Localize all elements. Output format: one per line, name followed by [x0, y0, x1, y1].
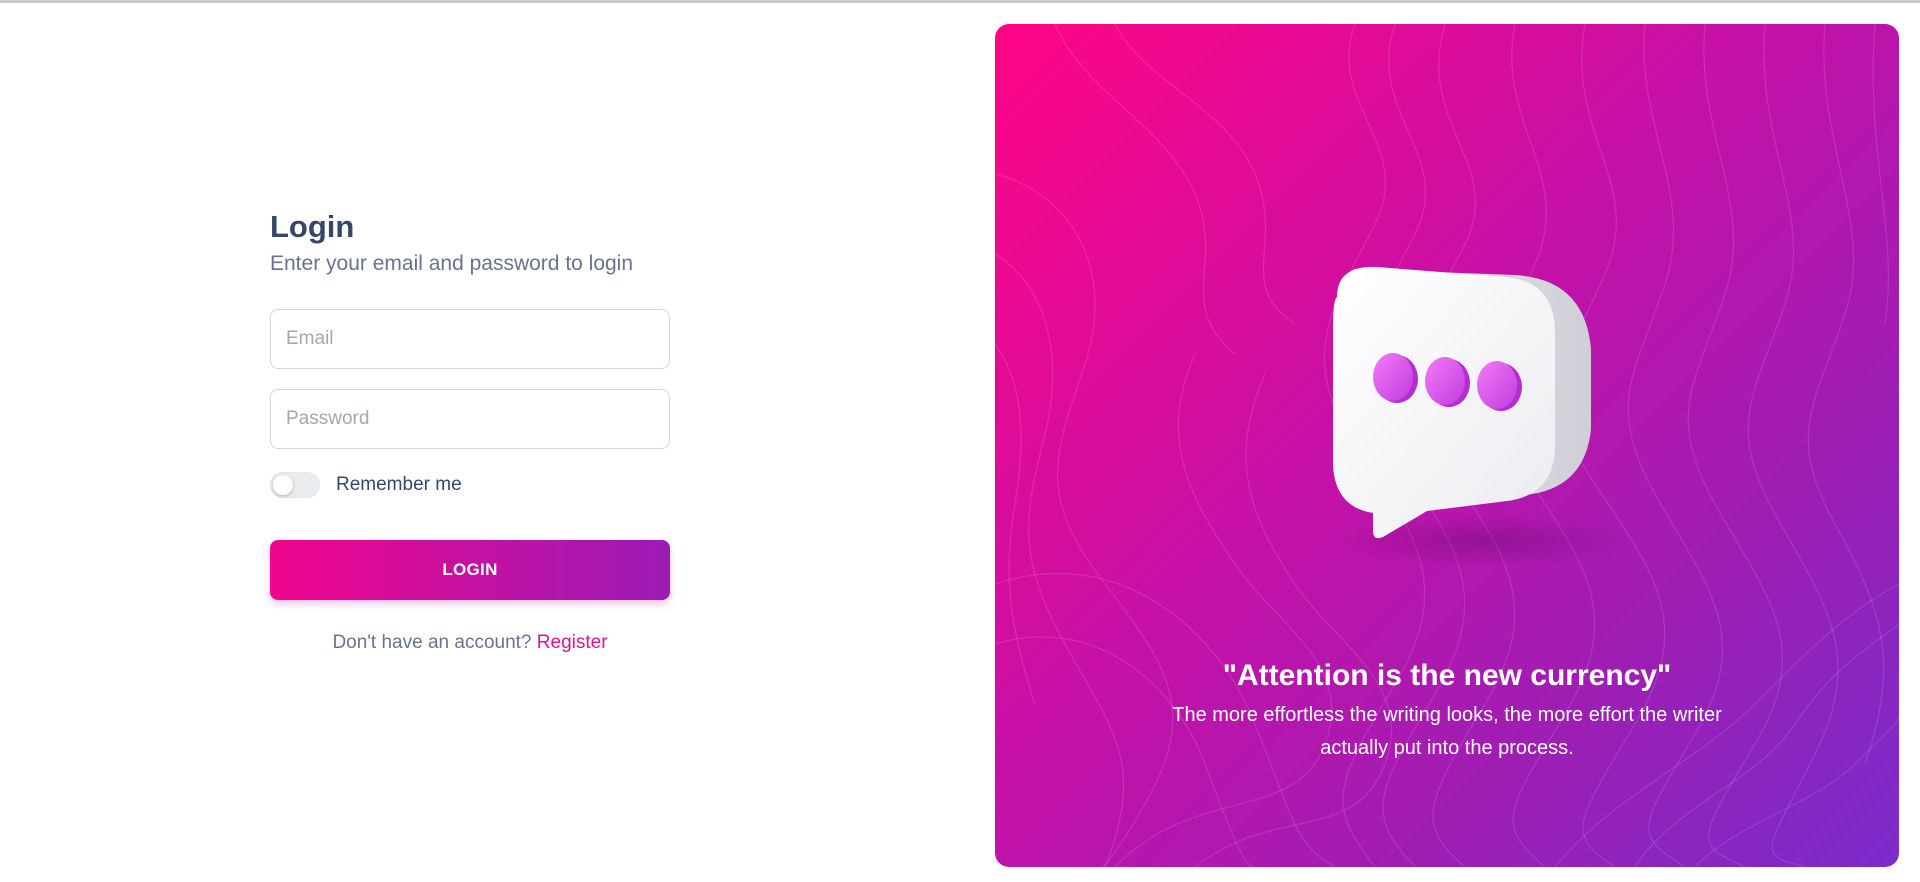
page-title: Login: [270, 209, 355, 244]
typing-dots: [1373, 353, 1522, 411]
browser-top-border: [0, 0, 1920, 3]
hero-panel: "Attention is the new currency" The more…: [995, 24, 1899, 867]
page-subtitle: Enter your email and password to login: [270, 252, 634, 275]
chat-bubble-icon: [1333, 266, 1625, 567]
remember-me-row: Remember me: [270, 470, 462, 500]
login-form: Login Enter your email and password to l…: [270, 205, 670, 653]
quote-title: "Attention is the new currency": [1222, 659, 1672, 692]
login-button[interactable]: LOGIN: [270, 540, 670, 600]
email-field[interactable]: [270, 309, 670, 369]
quote-text: The more effortless the writing looks, t…: [1172, 704, 1722, 759]
remember-me-label[interactable]: Remember me: [336, 474, 462, 496]
register-prompt: Don't have an account? Register: [270, 632, 670, 654]
login-page: Login Enter your email and password to l…: [0, 0, 1920, 882]
register-prompt-text: Don't have an account?: [332, 632, 532, 653]
remember-me-toggle[interactable]: [270, 472, 320, 498]
register-link[interactable]: Register: [537, 632, 608, 653]
toggle-knob: [273, 475, 293, 495]
password-field[interactable]: [270, 389, 670, 449]
